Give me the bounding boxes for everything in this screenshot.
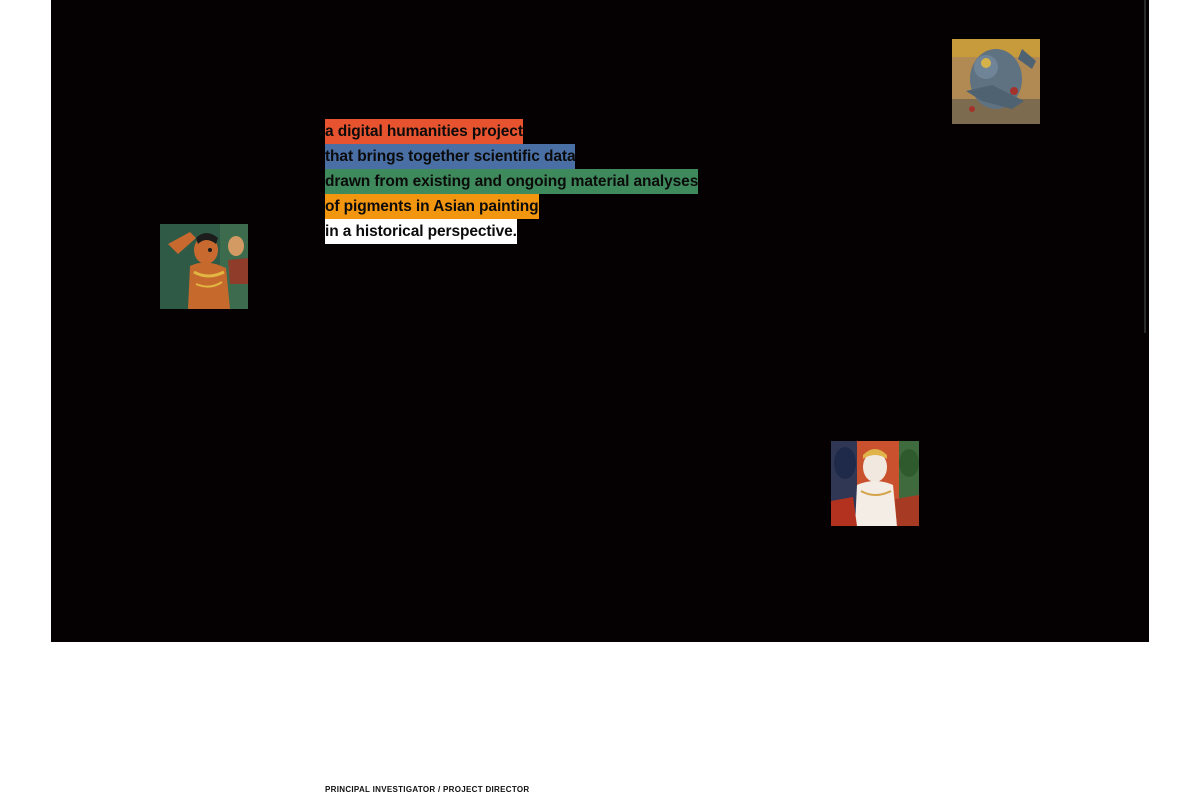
painting-figure-blue-deity-icon xyxy=(952,39,1040,124)
tagline-line-2: that brings together scientific data xyxy=(325,144,576,169)
painting-thumbnail-group[interactable] xyxy=(831,441,919,526)
hero-scrollbar[interactable] xyxy=(1144,0,1146,333)
painting-thumbnail-blue-deity[interactable] xyxy=(952,39,1040,124)
tagline-line-1: a digital humanities project xyxy=(325,119,523,144)
painting-figure-dancer-icon xyxy=(160,224,248,309)
painting-figure-group-icon xyxy=(831,441,919,526)
hero-banner: a digital humanities project that brings… xyxy=(51,0,1149,642)
painting-thumbnail-dancer[interactable] xyxy=(160,224,248,309)
tagline-line-4: of pigments in Asian painting xyxy=(325,194,539,219)
section-label-principal-investigator: PRINCIPAL INVESTIGATOR / PROJECT DIRECTO… xyxy=(325,785,530,794)
tagline-line-5: in a historical perspective. xyxy=(325,219,517,244)
project-tagline: a digital humanities project that brings… xyxy=(325,119,698,244)
tagline-line-3: drawn from existing and ongoing material… xyxy=(325,169,698,194)
